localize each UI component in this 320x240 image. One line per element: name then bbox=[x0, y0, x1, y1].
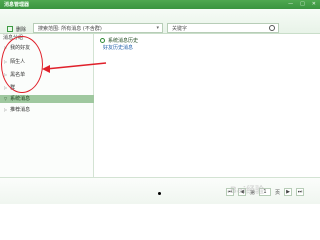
sidebar-header: 消息分组 bbox=[3, 35, 24, 41]
delete-icon[interactable] bbox=[7, 26, 13, 32]
message-history-title: 系统消息历史 bbox=[108, 38, 139, 44]
watermark-text: Bai经验 bbox=[230, 186, 265, 196]
sidebar-item-label: 陌生人 bbox=[10, 59, 26, 65]
search-placeholder: 关键字 bbox=[172, 25, 188, 32]
collapse-icon[interactable] bbox=[100, 38, 105, 43]
search-input[interactable]: 关键字 bbox=[167, 23, 279, 33]
search-scope-select[interactable]: 搜索范围: 所有消息 (不含群) ▾ bbox=[33, 23, 163, 33]
status-dot bbox=[158, 192, 161, 195]
close-button[interactable]: ✕ bbox=[312, 1, 316, 8]
maximize-button[interactable]: □ bbox=[300, 1, 305, 8]
search-icon[interactable] bbox=[269, 25, 275, 31]
chevron-down-icon: ▽ bbox=[4, 96, 8, 101]
chevron-down-icon: ▾ bbox=[156, 25, 159, 31]
sidebar-item-strangers[interactable]: ▷ 陌生人 bbox=[0, 58, 94, 66]
sidebar-item-label: 系统消息 bbox=[10, 96, 31, 102]
search-scope-value: 搜索范围: 所有消息 (不含群) bbox=[38, 25, 102, 32]
sidebar-item-system[interactable]: ▽ 系统消息 bbox=[0, 95, 94, 103]
toolbar: 删除 搜索范围: 所有消息 (不含群) ▾ 关键字 bbox=[0, 9, 320, 34]
sidebar-item-friends[interactable]: ▷ 我的好友 bbox=[0, 44, 94, 52]
chevron-right-icon: ▷ bbox=[4, 107, 8, 112]
sidebar-item-label: 黑名单 bbox=[10, 72, 26, 78]
window-controls: — □ ✕ bbox=[288, 1, 316, 8]
sidebar-item-groups[interactable]: ▷ 群 bbox=[0, 84, 94, 92]
minimize-button[interactable]: — bbox=[288, 1, 293, 8]
sidebar-item-label: 我的好友 bbox=[10, 45, 31, 51]
window-title: 消息管理器 bbox=[4, 2, 30, 8]
chevron-right-icon: ▷ bbox=[4, 72, 8, 77]
chevron-right-icon: ▷ bbox=[4, 45, 8, 50]
friend-history-link[interactable]: 好友历史消息 bbox=[103, 44, 133, 51]
sidebar-item-label: 群 bbox=[10, 85, 16, 91]
watermark: Bai经验 bbox=[230, 183, 310, 197]
delete-button[interactable]: 删除 bbox=[16, 26, 26, 33]
sidebar-item-label: 推荐消息 bbox=[10, 107, 31, 113]
chevron-right-icon: ▷ bbox=[4, 85, 8, 90]
message-panel: 系统消息历史 好友历史消息 bbox=[95, 34, 320, 177]
chevron-right-icon: ▷ bbox=[4, 59, 8, 64]
sidebar: 消息分组 ▷ 我的好友 ▷ 陌生人 ▷ 黑名单 ▷ 群 ▽ 系统消息 ▷ 推荐消… bbox=[0, 34, 94, 177]
sidebar-item-blacklist[interactable]: ▷ 黑名单 bbox=[0, 71, 94, 79]
message-history-header: 系统消息历史 bbox=[100, 37, 138, 44]
title-bar: 消息管理器 — □ ✕ bbox=[0, 0, 320, 9]
sidebar-item-recommend[interactable]: ▷ 推荐消息 bbox=[0, 106, 94, 114]
